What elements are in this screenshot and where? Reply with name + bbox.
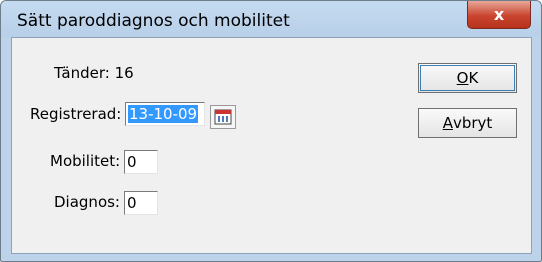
calendar-icon	[214, 109, 232, 125]
title-bar[interactable]: Sätt paroddiagnos och mobilitet x	[1, 1, 541, 37]
ok-button[interactable]: OK	[418, 63, 517, 93]
ok-label-rest: K	[468, 69, 479, 87]
teeth-label: Tänder: 16	[54, 64, 134, 82]
cancel-mnemonic: A	[442, 114, 453, 132]
registered-label: Registrerad:	[30, 105, 122, 123]
registered-date-input[interactable]: 13-10-09	[125, 102, 205, 126]
ok-mnemonic: O	[456, 69, 469, 87]
diagnosis-input[interactable]: 0	[124, 191, 158, 215]
cancel-label-rest: vbryt	[452, 114, 493, 132]
mobility-input[interactable]: 0	[124, 150, 158, 174]
calendar-button[interactable]	[210, 105, 236, 129]
close-icon: x	[493, 5, 505, 24]
close-button[interactable]: x	[467, 1, 531, 29]
dialog-body: Tänder: 16 Registrerad: 13-10-09 Mobilit…	[11, 37, 532, 254]
dialog-window: Sätt paroddiagnos och mobilitet x Tänder…	[0, 0, 542, 262]
registered-date-value: 13-10-09	[128, 105, 199, 123]
window-title: Sätt paroddiagnos och mobilitet	[17, 11, 290, 31]
cancel-button[interactable]: Avbryt	[418, 108, 517, 138]
mobility-label: Mobilitet:	[50, 152, 121, 170]
diagnosis-label: Diagnos:	[54, 193, 120, 211]
